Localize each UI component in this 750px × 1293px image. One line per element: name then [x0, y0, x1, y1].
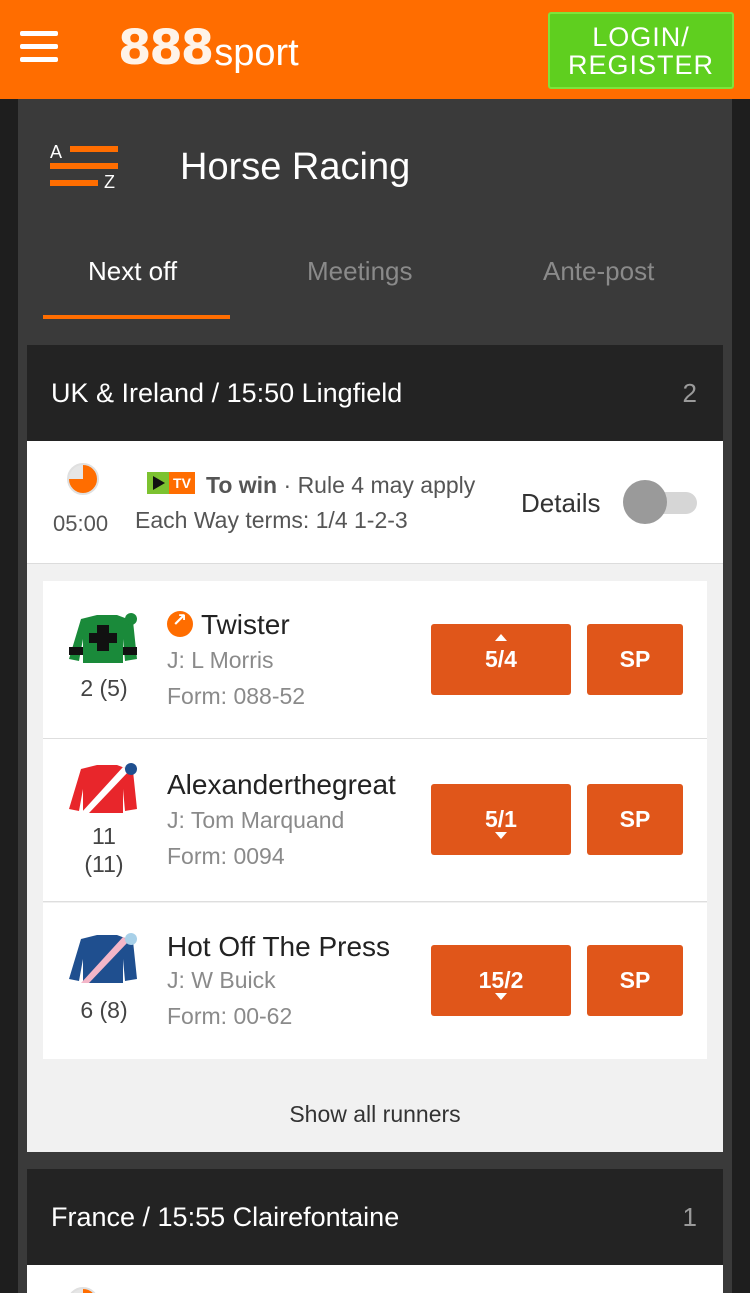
logo-word: sport	[214, 32, 299, 74]
az-z-letter: Z	[104, 172, 115, 192]
runner-draw: 2 (5)	[80, 675, 128, 701]
runner-draw-bracket: (11)	[84, 851, 124, 877]
runner-name[interactable]: Alexanderthegreat	[167, 769, 396, 801]
live-tv-icon: TV	[147, 472, 195, 494]
a-z-sort-icon[interactable]: A Z	[48, 142, 120, 192]
race-info-row: 05:00 TV To win · Rule 4 may apply Each …	[27, 441, 723, 564]
runner-form: Form: 088-52	[167, 683, 306, 709]
sp-button[interactable]: SP	[587, 784, 683, 855]
each-way-terms: Each Way terms: 1/4 1-2-3	[135, 507, 408, 533]
runner-jockey: J: L Morris	[167, 647, 274, 673]
runner-row-hot-off-the-press: 6 (8) Hot Off The Press J: W Buick Form:…	[43, 903, 707, 1059]
odds-button[interactable]: 5/4	[431, 624, 571, 695]
login-register-button[interactable]: LOGIN/ REGISTER	[548, 12, 734, 89]
details-label: Details	[521, 488, 601, 518]
jockey-silks-icon	[69, 933, 137, 983]
odds-drifting-icon	[495, 832, 507, 839]
race-runner-count: 2	[682, 378, 697, 408]
show-all-runners-link[interactable]: Show all runners	[27, 1076, 723, 1152]
countdown-time: 05:00	[53, 511, 109, 536]
odds-shortening-icon	[495, 634, 507, 641]
login-label: LOGIN/	[592, 21, 690, 52]
runner-jockey: J: Tom Marquand	[167, 807, 345, 833]
race-runner-count: 1	[682, 1202, 697, 1232]
runner-name[interactable]: Twister	[167, 609, 290, 641]
runner-name[interactable]: Hot Off The Press	[167, 931, 390, 963]
hamburger-menu-icon[interactable]	[20, 31, 58, 63]
runner-jockey: J: W Buick	[167, 967, 276, 993]
az-a-letter: A	[50, 142, 63, 162]
runner-draw: 6 (8)	[80, 997, 128, 1023]
runner-draw: 11	[92, 823, 116, 849]
race-header-lingfield[interactable]: UK & Ireland / 15:50 Lingfield 2	[27, 345, 723, 441]
race-info-row	[27, 1265, 723, 1293]
countdown-clock-icon	[67, 1287, 99, 1293]
runner-row-twister: 2 (5) Twister J: L Morris Form: 088-52 5…	[43, 581, 707, 739]
odds-button[interactable]: 15/2	[431, 945, 571, 1016]
tab-next-off[interactable]: Next off	[88, 256, 177, 287]
odds-button[interactable]: 5/1	[431, 784, 571, 855]
favourite-icon	[167, 610, 193, 637]
race-title: France / 15:55 Clairefontaine	[51, 1202, 400, 1232]
tab-ante-post[interactable]: Ante-post	[543, 256, 654, 287]
countdown-clock-icon	[67, 463, 99, 495]
page-title: Horse Racing	[180, 146, 411, 188]
888sport-logo[interactable]: 888 sport	[118, 16, 299, 76]
sp-button[interactable]: SP	[587, 624, 683, 695]
odds-drifting-icon	[495, 993, 507, 1000]
runner-form: Form: 0094	[167, 843, 285, 869]
rule-4-note: · Rule 4 may apply	[283, 472, 476, 498]
sp-button[interactable]: SP	[587, 945, 683, 1016]
register-label: REGISTER	[567, 49, 715, 80]
details-toggle[interactable]	[623, 480, 699, 524]
active-tab-indicator	[43, 315, 230, 319]
logo-number: 888	[118, 20, 214, 76]
tv-label: TV	[169, 472, 195, 494]
race-title: UK & Ireland / 15:50 Lingfield	[51, 378, 403, 408]
runner-row-alexanderthegreat: 11 (11) Alexanderthegreat J: Tom Marquan…	[43, 739, 707, 902]
top-bar: 888 sport LOGIN/ REGISTER	[0, 0, 750, 99]
jockey-silks-icon	[69, 763, 137, 813]
runner-form: Form: 00-62	[167, 1003, 293, 1029]
tab-meetings[interactable]: Meetings	[307, 256, 413, 287]
race-header-clairefontaine[interactable]: France / 15:55 Clairefontaine 1	[27, 1169, 723, 1265]
market-name: To win	[206, 472, 278, 498]
jockey-silks-icon	[69, 613, 137, 663]
market-to-win: To win · Rule 4 may apply	[206, 472, 475, 499]
